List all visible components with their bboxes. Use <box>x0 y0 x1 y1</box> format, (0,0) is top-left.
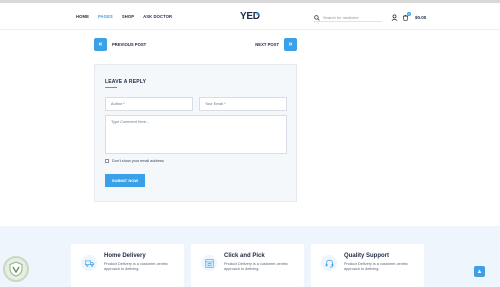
search-bar[interactable]: Search for medicine <box>314 14 382 22</box>
main-nav: HOME PAGES SHOP ASK DOCTOR <box>76 14 172 19</box>
logo-mark-icon: ✚ <box>256 12 261 18</box>
chevron-up-icon: ▲ <box>476 268 483 275</box>
store-icon <box>201 255 217 271</box>
feature-text: Product Delivery is a customer-centric a… <box>104 262 168 271</box>
reply-form: LEAVE A REPLY Author * Your Email * Type… <box>94 64 297 202</box>
nav-ask-doctor[interactable]: ASK DOCTOR <box>143 14 172 19</box>
feature-text: Product Delivery is a customer-centric a… <box>344 262 408 271</box>
feature-title: Quality Support <box>344 253 389 259</box>
double-chevron-right-icon: » <box>288 41 293 48</box>
search-input[interactable]: Search for medicine <box>323 15 359 20</box>
consent-label[interactable]: Don't show your email address <box>112 159 164 163</box>
next-post-label[interactable]: NEXT POST <box>255 42 279 47</box>
user-icon[interactable] <box>391 14 398 21</box>
feature-text: Product Delivery is a customer-centric a… <box>224 262 288 271</box>
double-chevron-left-icon: « <box>98 41 103 48</box>
feature-card-quality-support: Quality Support Product Delivery is a cu… <box>311 244 424 287</box>
nav-shop[interactable]: SHOP <box>122 14 134 19</box>
cart-count-badge: 0 <box>407 12 411 16</box>
title-underline <box>105 87 117 88</box>
headset-icon <box>321 255 337 271</box>
post-navigation: « PREVIOUS POST NEXT POST » <box>94 38 297 51</box>
site-header: HOME PAGES SHOP ASK DOCTOR YED ✚ Search … <box>0 3 500 30</box>
features-section: Home Delivery Product Delivery is a cust… <box>0 226 500 287</box>
consent-checkbox[interactable] <box>105 159 109 163</box>
previous-post-button[interactable]: « <box>94 38 107 51</box>
reply-title: LEAVE A REPLY <box>105 79 147 85</box>
nav-home[interactable]: HOME <box>76 14 89 19</box>
search-icon[interactable] <box>314 14 320 21</box>
email-field[interactable]: Your Email * <box>199 97 287 111</box>
previous-post-label[interactable]: PREVIOUS POST <box>112 42 146 47</box>
email-consent: Don't show your email address <box>105 159 164 163</box>
scroll-to-top-button[interactable]: ▲ <box>474 266 485 277</box>
truck-icon <box>81 255 97 271</box>
nav-pages[interactable]: PAGES <box>98 14 113 19</box>
comment-textarea[interactable]: Type Comment Here... <box>105 115 287 154</box>
feature-title: Click and Pick <box>224 253 265 259</box>
feature-card-home-delivery: Home Delivery Product Delivery is a cust… <box>71 244 184 287</box>
shield-logo-icon[interactable] <box>3 256 29 282</box>
cart-total[interactable]: $0.00 <box>415 15 426 20</box>
next-post-button[interactable]: » <box>284 38 297 51</box>
submit-button[interactable]: SUBMIT NOW <box>105 174 145 187</box>
feature-card-click-and-pick: Click and Pick Product Delivery is a cus… <box>191 244 304 287</box>
author-field[interactable]: Author * <box>105 97 193 111</box>
feature-title: Home Delivery <box>104 253 146 259</box>
